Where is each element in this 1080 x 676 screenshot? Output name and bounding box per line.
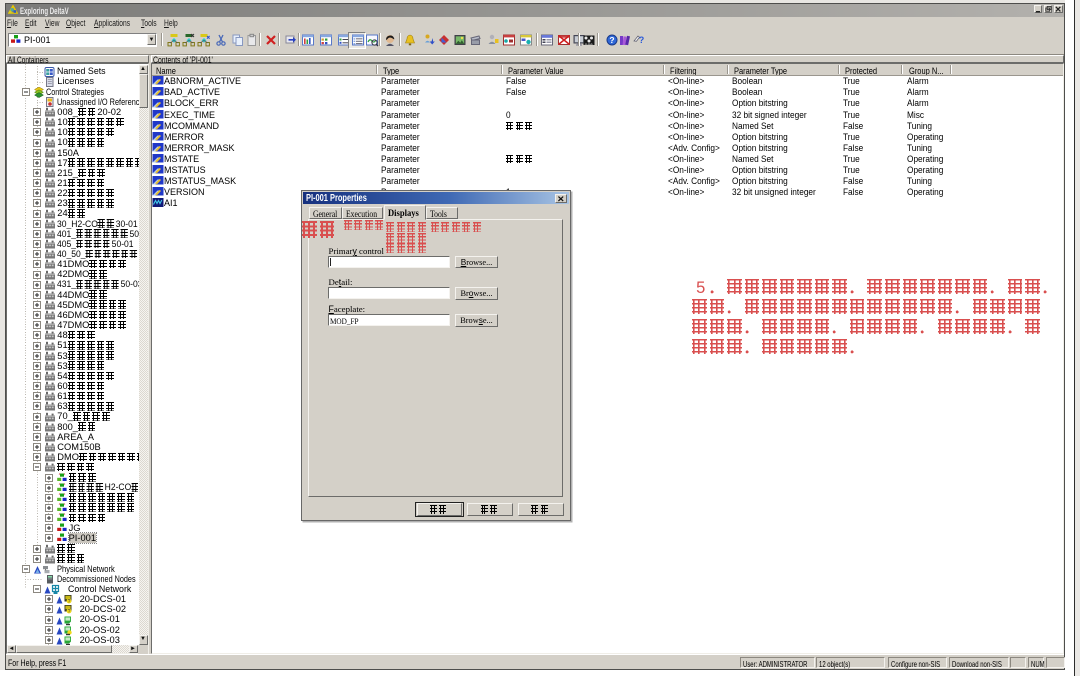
svg-text:?: ?: [609, 35, 614, 45]
svg-text:?: ?: [638, 35, 644, 45]
